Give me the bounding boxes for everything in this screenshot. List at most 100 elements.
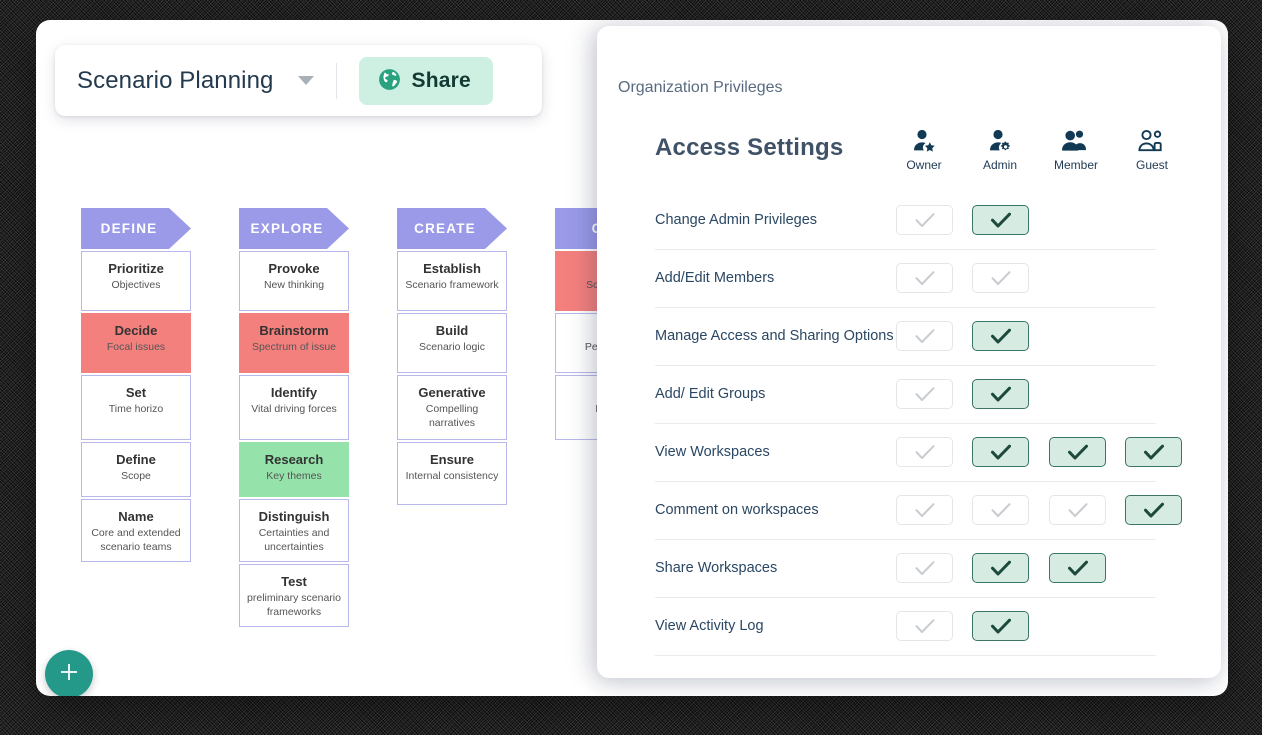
privilege-row: Manage Access and Sharing Options — [655, 307, 1197, 365]
chevron-down-icon[interactable] — [297, 76, 314, 85]
role-column-member: Member — [1036, 124, 1116, 172]
permission-checkbox-guest[interactable] — [1125, 495, 1182, 525]
permission-checkbox-owner[interactable] — [896, 437, 953, 467]
flow-card[interactable]: Name Core and extended scenario teams — [81, 499, 191, 562]
flow-card-subtitle: Focal issues — [106, 341, 166, 354]
board-title: Scenario Planning — [77, 66, 274, 94]
flow-card-title: Decide — [114, 323, 158, 338]
flow-card-subtitle: Objectives — [111, 279, 161, 292]
privilege-row-label: View Workspaces — [655, 444, 770, 460]
flow-card-title: Generative — [418, 385, 486, 400]
plus-icon — [58, 661, 80, 688]
privilege-row-label: View Activity Log — [655, 618, 764, 634]
permission-checkbox-admin[interactable] — [972, 437, 1029, 467]
permission-checkbox-member[interactable] — [1049, 553, 1106, 583]
flow-card-title: Build — [435, 323, 469, 338]
role-column-owner: Owner — [884, 124, 964, 172]
permission-checkbox-owner[interactable] — [896, 205, 953, 235]
flow-card-title: Prioritize — [108, 261, 164, 276]
privilege-row: Share Workspaces — [655, 539, 1197, 597]
permission-checkbox-guest[interactable] — [1125, 437, 1182, 467]
flow-card[interactable]: Build Scenario logic — [397, 313, 507, 373]
flow-card[interactable]: Decide Focal issues — [81, 313, 191, 373]
people-filled-icon — [1036, 124, 1116, 156]
privilege-row: Comment on workspaces — [655, 481, 1197, 539]
toolbar-divider — [335, 62, 337, 99]
privilege-row-label: Manage Access and Sharing Options — [655, 328, 894, 344]
role-label: Guest — [1135, 158, 1168, 172]
flow-card[interactable]: Identify Vital driving forces — [239, 375, 349, 440]
app-window: Scenario Planning Share DEFINE Prioritize… — [36, 20, 1228, 696]
role-label: Owner — [906, 158, 942, 172]
flow-card-subtitle: Compelling narratives — [425, 403, 479, 429]
flow-card-subtitle: Scenario logic — [419, 341, 485, 354]
flow-card-subtitle: Scenario framework — [405, 279, 499, 292]
person-star-icon — [884, 124, 964, 156]
permission-checkbox-admin[interactable] — [972, 495, 1029, 525]
add-button[interactable] — [45, 650, 93, 696]
flow-card[interactable]: Provoke New thinking — [239, 251, 349, 311]
flow-card-subtitle: Time horizo — [108, 403, 164, 416]
globe-icon — [377, 67, 402, 95]
privilege-row-label: Add/Edit Members — [655, 270, 775, 286]
permission-checkbox-admin[interactable] — [972, 205, 1029, 235]
flow-card[interactable]: Define Scope — [81, 442, 191, 497]
flow-card-subtitle: Vital driving forces — [251, 403, 337, 416]
share-button[interactable]: Share — [358, 56, 493, 105]
flow-column: DEFINE Prioritize Objectives Decide Focal is… — [81, 208, 191, 562]
privilege-row: Add/Edit Members — [655, 249, 1197, 307]
flow-card-subtitle: Spectrum of issue — [251, 341, 337, 354]
flow-card-subtitle: Key themes — [266, 470, 322, 483]
flow-card[interactable]: Brainstorm Spectrum of issue — [239, 313, 349, 373]
privilege-row-label: Share Workspaces — [655, 560, 778, 576]
flow-card-subtitle: Internal consistency — [405, 470, 499, 483]
flow-column-header: DEFINE — [81, 208, 191, 249]
flow-card-subtitle: Scope — [121, 470, 151, 483]
flow-card[interactable]: Research Key themes — [239, 442, 349, 497]
permission-checkbox-owner[interactable] — [896, 379, 953, 409]
flow-card-subtitle: Certainties and uncertainties — [258, 527, 330, 553]
flow-card-title: Set — [125, 385, 147, 400]
privilege-row: Change Admin Privileges — [655, 191, 1197, 249]
panel-title: Organization Privileges — [618, 79, 783, 96]
person-gear-icon — [960, 124, 1040, 156]
permission-checkbox-owner[interactable] — [896, 611, 953, 641]
flow-card[interactable]: Establish Scenario framework — [397, 251, 507, 311]
role-label: Admin — [982, 158, 1017, 172]
flow-card-title: Brainstorm — [259, 323, 329, 338]
flow-card[interactable]: Set Time horizo — [81, 375, 191, 440]
flow-card[interactable]: Prioritize Objectives — [81, 251, 191, 311]
permission-checkbox-admin[interactable] — [972, 553, 1029, 583]
flow-card-title: Test — [281, 574, 307, 589]
permission-checkbox-owner[interactable] — [896, 495, 953, 525]
privilege-row-label: Change Admin Privileges — [655, 212, 818, 228]
permission-checkbox-owner[interactable] — [896, 263, 953, 293]
flow-card[interactable]: Generative Compelling narratives — [397, 375, 507, 440]
permission-checkbox-admin[interactable] — [972, 379, 1029, 409]
flow-card-title: Establish — [423, 261, 481, 276]
flow-card-title: Ensure — [429, 452, 475, 467]
permission-checkbox-member[interactable] — [1049, 437, 1106, 467]
flow-card-title: Distinguish — [258, 509, 330, 524]
share-button-label: Share — [411, 68, 471, 92]
flow-card-title: Identify — [270, 385, 318, 400]
organization-privileges-panel: Organization Privileges Access Settings … — [597, 26, 1221, 678]
flow-card[interactable]: Ensure Internal consistency — [397, 442, 507, 505]
flow-card[interactable]: Test preliminary scenario frameworks — [239, 564, 349, 627]
privilege-row-label: Comment on workspaces — [655, 502, 819, 518]
permission-checkbox-owner[interactable] — [896, 321, 953, 351]
permission-checkbox-member[interactable] — [1049, 495, 1106, 525]
board-toolbar: Scenario Planning Share — [55, 45, 542, 116]
permission-checkbox-admin[interactable] — [972, 611, 1029, 641]
permission-checkbox-admin[interactable] — [972, 321, 1029, 351]
flow-card-title: Name — [118, 509, 154, 524]
flow-card-title: Provoke — [268, 261, 320, 276]
permission-checkbox-owner[interactable] — [896, 553, 953, 583]
privilege-row-label: Add/ Edit Groups — [655, 386, 766, 402]
flow-card-title: Define — [116, 452, 156, 467]
flow-card[interactable]: Distinguish Certainties and uncertainties — [239, 499, 349, 562]
permission-checkbox-admin[interactable] — [972, 263, 1029, 293]
privilege-row: View Activity Log — [655, 597, 1197, 655]
flow-column-header: EXPLORE — [239, 208, 349, 249]
flow-column: EXPLORE Provoke New thinking Brainstorm Spec… — [239, 208, 349, 627]
